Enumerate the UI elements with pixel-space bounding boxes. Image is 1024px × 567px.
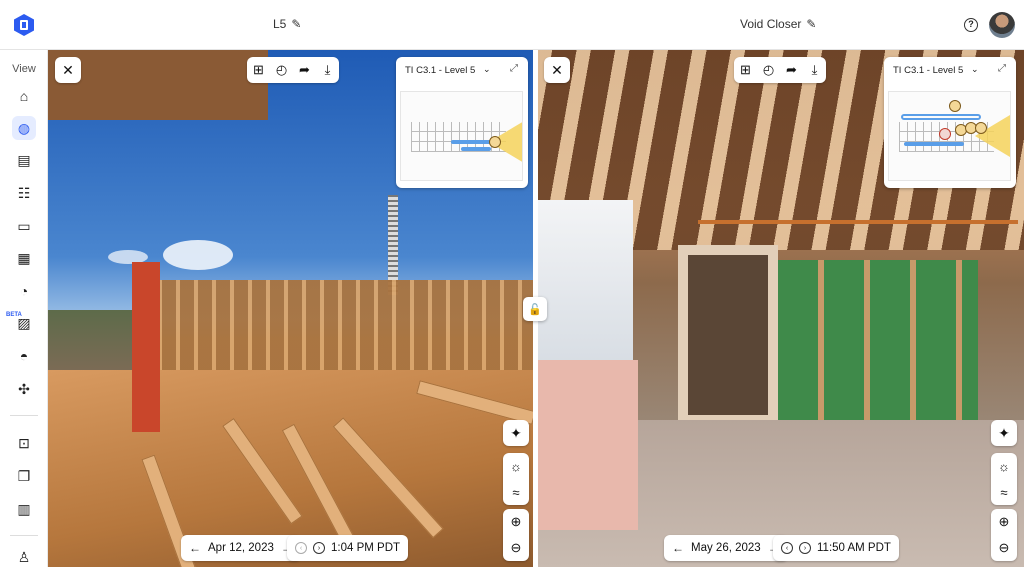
next-time-icon[interactable]: › <box>313 542 325 554</box>
left-date-selector[interactable]: ← Apr 12, 2023 → <box>181 535 301 561</box>
download-icon[interactable]: ⤓ <box>316 57 339 83</box>
drone-icon[interactable]: ✣ <box>14 379 34 399</box>
arrow-left-icon[interactable]: ← <box>672 541 684 555</box>
zoom-controls: ⊕ ⊖ <box>503 509 529 561</box>
magic-wand-icon: ✦ <box>510 424 522 441</box>
left-minimap[interactable]: TI C3.1 - Level 5 ⌄ ⤢ <box>396 57 528 188</box>
sidebar-divider <box>10 415 38 416</box>
unlock-icon: 🔓 <box>528 303 542 316</box>
close-icon: ✕ <box>62 61 74 78</box>
clipboard-icon[interactable]: ▭ <box>14 216 34 236</box>
chevron-down-icon[interactable]: ⌄ <box>971 64 979 75</box>
close-right-button[interactable]: ✕ <box>544 57 570 83</box>
image-adjust-controls: ☼ ≈ <box>991 453 1017 505</box>
left-time-selector[interactable]: ‹ › 1:04 PM PDT <box>287 535 409 561</box>
sync-lock-button[interactable]: 🔓 <box>523 297 547 321</box>
capture-time: 11:50 AM PDT <box>817 542 891 554</box>
capture-marker-icon[interactable] <box>949 100 961 112</box>
add-capture-icon[interactable]: ⊞ <box>734 57 757 83</box>
help-icon[interactable]: ? <box>964 18 978 32</box>
chevron-down-icon[interactable]: ⌄ <box>483 64 491 75</box>
scan-icon[interactable]: ⊡ <box>14 433 34 453</box>
arrow-left-icon[interactable]: ← <box>189 541 201 555</box>
image-icon[interactable]: ▨ <box>14 313 34 333</box>
document-icon[interactable]: ▦ <box>14 248 34 268</box>
home-icon[interactable]: ⌂ <box>14 86 34 106</box>
globe-icon[interactable]: ◍ <box>12 116 36 140</box>
share-icon[interactable]: ➦ <box>293 57 316 83</box>
checklist-icon[interactable]: ☷ <box>14 183 34 203</box>
right-capture-title[interactable]: Void Closer ✎ <box>740 17 816 31</box>
adjust-icon[interactable]: ≈ <box>503 479 529 505</box>
expand-icon[interactable]: ⤢ <box>510 63 518 74</box>
top-bar: L5 ✎ Void Closer ✎ ? <box>0 0 1024 50</box>
right-toolbar: ⊞ ◴ ➦ ⤓ <box>734 57 826 83</box>
zoom-in-icon[interactable]: ⊕ <box>991 509 1017 535</box>
expand-icon[interactable]: ⤢ <box>998 63 1006 74</box>
minimap-title: TI C3.1 - Level 5 <box>405 65 476 76</box>
right-title-text: Void Closer <box>740 17 802 31</box>
share-icon[interactable]: ➦ <box>780 57 803 83</box>
zoom-out-icon[interactable]: ⊖ <box>991 535 1017 561</box>
brightness-icon[interactable]: ☼ <box>503 453 529 479</box>
issue-marker-icon[interactable] <box>939 128 951 140</box>
avatar[interactable] <box>989 12 1015 38</box>
edit-pencil-icon[interactable]: ✎ <box>291 17 301 31</box>
left-toolbar: ⊞ ◴ ➦ ⤓ <box>247 57 339 83</box>
close-icon: ✕ <box>551 61 563 78</box>
magic-wand-icon: ✦ <box>998 424 1010 441</box>
left-title-text: L5 <box>273 17 287 31</box>
brightness-icon[interactable]: ☼ <box>991 453 1017 479</box>
capture-marker-icon[interactable] <box>489 136 501 148</box>
app-logo-icon[interactable] <box>12 13 36 37</box>
prev-time-icon[interactable]: ‹ <box>295 542 307 554</box>
adjust-icon[interactable]: ≈ <box>991 479 1017 505</box>
right-date-selector[interactable]: ← May 26, 2023 → <box>664 535 788 561</box>
minimap-title: TI C3.1 - Level 5 <box>893 65 964 76</box>
floorplan-thumbnail <box>400 91 523 181</box>
magic-button[interactable]: ✦ <box>991 420 1017 446</box>
capture-date: Apr 12, 2023 <box>208 542 274 554</box>
magic-button[interactable]: ✦ <box>503 420 529 446</box>
timelapse-icon[interactable]: ◔ <box>14 281 34 301</box>
right-time-selector[interactable]: ‹ › 11:50 AM PDT <box>773 535 899 561</box>
image-adjust-controls: ☼ ≈ <box>503 453 529 505</box>
right-minimap[interactable]: TI C3.1 - Level 5 ⌄ ⤢ <box>884 57 1016 188</box>
zoom-controls: ⊕ ⊖ <box>991 509 1017 561</box>
timelapse-icon[interactable]: ◴ <box>757 57 780 83</box>
left-360-viewer[interactable]: ✕ ⊞ ◴ ➦ ⤓ TI C3.1 - Level 5 ⌄ ⤢ ✦ ☼ ≈ ⊕ … <box>48 50 533 567</box>
edit-pencil-icon[interactable]: ✎ <box>806 17 816 31</box>
capture-date: May 26, 2023 <box>691 542 761 554</box>
capture-time: 1:04 PM PDT <box>331 542 401 554</box>
next-time-icon[interactable]: › <box>799 542 811 554</box>
left-capture-title[interactable]: L5 ✎ <box>273 17 301 31</box>
prev-time-icon[interactable]: ‹ <box>781 542 793 554</box>
sidebar-divider <box>10 535 38 536</box>
folders-icon[interactable]: ❐ <box>14 466 34 486</box>
robot-icon[interactable]: ♙ <box>14 547 34 567</box>
timelapse-icon[interactable]: ◴ <box>270 57 293 83</box>
close-left-button[interactable]: ✕ <box>55 57 81 83</box>
right-360-viewer[interactable]: ✕ ⊞ ◴ ➦ ⤓ TI C3.1 - Level 5 ⌄ ⤢ ✦ ☼ ≈ ⊕ … <box>538 50 1024 567</box>
zoom-in-icon[interactable]: ⊕ <box>503 509 529 535</box>
floorplan-thumbnail <box>888 91 1011 181</box>
download-icon[interactable]: ⤓ <box>803 57 826 83</box>
capture-marker-icon[interactable] <box>975 122 987 134</box>
report-icon[interactable]: ▥ <box>14 499 34 519</box>
sidebar-view-label: View <box>12 63 36 75</box>
hardhat-icon[interactable]: ◓ <box>14 346 34 366</box>
map-icon[interactable]: ▤ <box>14 150 34 170</box>
sidebar: View ⌂ ◍ ▤ ☷ ▭ ▦ ◔ BETA ▨ ◓ ✣ ⊡ ❐ ▥ ♙ <box>0 50 48 567</box>
add-capture-icon[interactable]: ⊞ <box>247 57 270 83</box>
zoom-out-icon[interactable]: ⊖ <box>503 535 529 561</box>
